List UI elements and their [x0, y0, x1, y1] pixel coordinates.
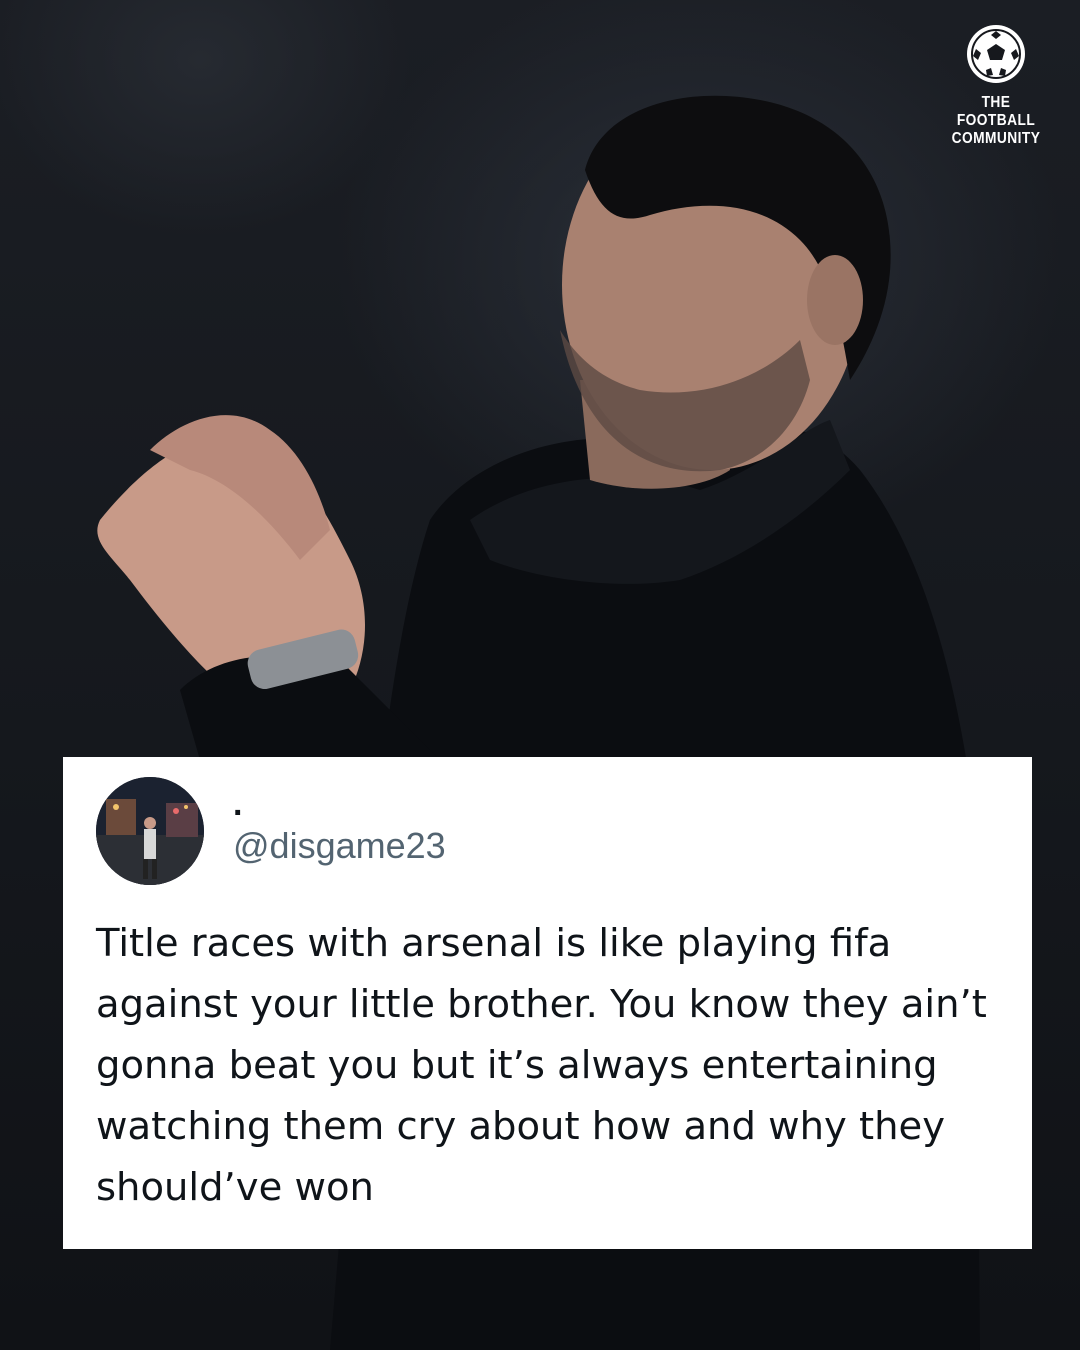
- user-handle[interactable]: @disgame23: [233, 825, 446, 867]
- avatar-image: [96, 777, 204, 885]
- avatar[interactable]: [96, 777, 204, 885]
- brand-name-line1: The Football: [956, 94, 1036, 129]
- display-name[interactable]: .: [233, 787, 242, 821]
- brand-logo: The Football Community: [936, 22, 1056, 148]
- tweet-card: . @disgame23 Title races with arsenal is…: [63, 757, 1032, 1249]
- football-icon: [967, 25, 1025, 83]
- brand-name-line2: Community: [951, 130, 1041, 147]
- tweet-text: Title races with arsenal is like playing…: [96, 921, 987, 1210]
